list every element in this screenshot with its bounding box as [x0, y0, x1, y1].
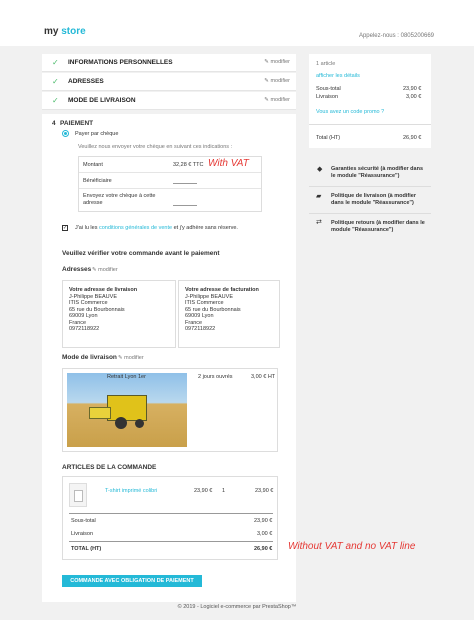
step-title: INFORMATIONS PERSONNELLES — [68, 59, 173, 66]
item-count: 1 article — [316, 61, 336, 67]
invoice-address-card: Votre adresse de facturation J-Philippe … — [178, 280, 280, 348]
tshirt-icon — [74, 490, 83, 502]
terms-link[interactable]: conditions générales de vente — [99, 225, 172, 231]
step-number: 4 — [52, 120, 56, 127]
terms-text: J'ai lu les conditions générales de vent… — [75, 225, 238, 231]
carrier-price: 3,00 € HT — [251, 374, 276, 380]
terms-checkbox[interactable]: ✓ — [62, 225, 68, 231]
summary-shipping-value: 3,00 € — [406, 94, 422, 100]
total-value: 26,90 € — [254, 546, 273, 552]
carrier-image: Retrait Lyon 1er — [67, 373, 187, 447]
annotation-without-vat: Without VAT and no VAT line — [288, 541, 416, 552]
step-title: ADRESSES — [68, 78, 104, 85]
divider — [309, 124, 431, 125]
delivery-heading: Mode de livraison — [62, 354, 117, 361]
promo-code-link[interactable]: Vous avez un code promo ? — [316, 109, 384, 115]
divider — [309, 213, 431, 214]
harvester-header — [89, 407, 111, 419]
subtotal-value: 23,90 € — [254, 518, 273, 524]
check-icon: ✓ — [52, 58, 59, 67]
modify-addresses-link[interactable]: ✎ modifier — [92, 267, 118, 273]
divider — [69, 513, 273, 514]
shipping-value: 3,00 € — [257, 531, 273, 537]
truck-icon: ▰ — [316, 193, 322, 200]
address-value — [173, 197, 197, 206]
site-header: my store Appelez-nous : 0805200669 — [0, 0, 474, 46]
payment-option-label: Payer par chèque — [75, 131, 119, 137]
step-personal-info[interactable]: ✓ INFORMATIONS PERSONNELLES ✎ modifier — [42, 54, 296, 72]
modify-link[interactable]: ✎ modifier — [264, 59, 290, 65]
delivery-address-card: Votre adresse de livraison J-Philippe BE… — [62, 280, 176, 348]
cheque-instructions: Veuillez nous envoyer votre chèque en su… — [78, 144, 233, 150]
summary-shipping-label: Livraison — [316, 94, 339, 100]
amount-value: 32,28 € TTC — [173, 162, 204, 168]
divider — [309, 186, 431, 187]
footer-copyright: © 2019 - Logiciel e-commerce par PrestaS… — [177, 604, 297, 610]
checkout-steps: ✓ INFORMATIONS PERSONNELLES ✎ modifier ✓… — [42, 54, 296, 111]
payment-section: 4 PAIEMENT Payer par chèque Veuillez nou… — [42, 114, 296, 602]
items-heading: ARTICLES DE LA COMMANDE — [62, 464, 157, 471]
store-logo[interactable]: my store — [44, 26, 86, 37]
shield-icon: ◆ — [317, 166, 323, 173]
swap-arrows-icon: ⇄ — [316, 219, 322, 226]
carrier-box: Retrait Lyon 1er 2 jours ouvrés 3,00 € H… — [62, 368, 278, 452]
total-label: TOTAL (HT) — [71, 546, 102, 552]
summary-subtotal-label: Sous-total — [316, 86, 341, 92]
carrier-name: Retrait Lyon 1er — [107, 374, 146, 380]
shipping-label: Livraison — [71, 531, 94, 537]
cart-summary: 1 article afficher les détails Sous-tota… — [309, 54, 431, 148]
product-unit-price: 23,90 € — [194, 488, 213, 494]
modify-link[interactable]: ✎ modifier — [264, 78, 290, 84]
annotation-with-vat: With VAT — [208, 158, 249, 169]
product-thumbnail[interactable] — [69, 483, 87, 507]
check-icon: ✓ — [52, 96, 59, 105]
place-order-button[interactable]: COMMANDE AVEC OBLIGATION DE PAIEMENT — [62, 575, 202, 587]
check-icon: ✓ — [52, 77, 59, 86]
product-total: 23,90 € — [255, 488, 274, 494]
show-details-link[interactable]: afficher les détails — [316, 73, 360, 79]
carrier-delay: 2 jours ouvrés — [198, 374, 233, 380]
verify-title: Veuillez vérifier votre commande avant l… — [62, 250, 220, 257]
step-title: MODE DE LIVRAISON — [68, 97, 136, 104]
divider — [69, 541, 273, 542]
subtotal-label: Sous-total — [71, 518, 96, 524]
contact-phone: Appelez-nous : 0805200669 — [358, 33, 434, 39]
step-addresses[interactable]: ✓ ADRESSES ✎ modifier — [42, 73, 296, 91]
summary-total-value: 26,90 € — [403, 135, 422, 141]
payment-radio[interactable] — [62, 130, 69, 137]
step-delivery[interactable]: ✓ MODE DE LIVRAISON ✎ modifier — [42, 92, 296, 110]
wheel — [135, 419, 144, 428]
harvester-shape — [107, 395, 147, 421]
summary-subtotal-value: 23,90 € — [403, 86, 422, 92]
table-row: Bénéficiaire — [79, 172, 261, 188]
wheel — [115, 417, 127, 429]
modify-delivery-link[interactable]: ✎ modifier — [118, 355, 144, 361]
product-name[interactable]: T-shirt imprimé colibri — [105, 488, 157, 494]
payment-title: PAIEMENT — [60, 120, 94, 127]
items-box: T-shirt imprimé colibri 23,90 € 1 23,90 … — [62, 476, 278, 560]
beneficiary-value — [173, 175, 197, 184]
addresses-heading: Adresses — [62, 266, 92, 273]
summary-total-label: Total (HT) — [316, 135, 341, 141]
table-row: Envoyez votre chèque à cette adresse — [79, 188, 261, 213]
modify-link[interactable]: ✎ modifier — [264, 97, 290, 103]
product-qty: 1 — [222, 488, 226, 494]
